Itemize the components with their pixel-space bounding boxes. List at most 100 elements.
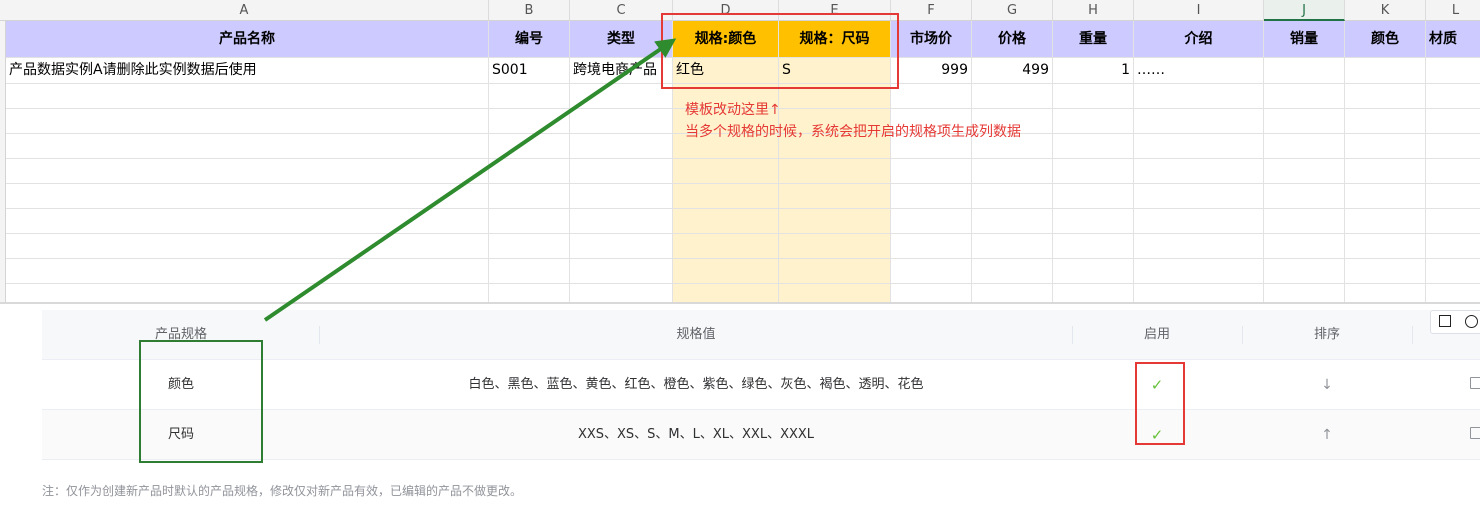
data-cell-product-name[interactable]: 产品数据实例A请删除此实例数据后使用 (6, 58, 489, 84)
grid-cell[interactable] (1264, 184, 1345, 209)
grid-cell[interactable] (1053, 109, 1134, 134)
header-cell-weight[interactable]: 重量 (1053, 21, 1134, 58)
grid-cell[interactable] (779, 209, 891, 234)
grid-cell[interactable] (570, 84, 673, 109)
grid-cell[interactable] (1134, 234, 1264, 259)
grid-cell[interactable] (891, 234, 972, 259)
grid-cell[interactable] (1426, 184, 1480, 209)
grid-cell[interactable] (1134, 184, 1264, 209)
grid-cell[interactable] (1053, 209, 1134, 234)
column-header-f[interactable]: F (891, 0, 972, 21)
sort-up-icon[interactable]: ↑ (1242, 410, 1412, 460)
grid-cell[interactable] (489, 134, 570, 159)
grid-cell[interactable] (779, 159, 891, 184)
grid-cell[interactable] (1264, 284, 1345, 304)
grid-cell[interactable] (489, 109, 570, 134)
grid-cell[interactable] (1134, 84, 1264, 109)
grid-cell[interactable] (891, 84, 972, 109)
grid-cell[interactable] (570, 284, 673, 304)
grid-cell[interactable] (1264, 209, 1345, 234)
grid-cell[interactable] (1426, 234, 1480, 259)
grid-cell[interactable] (1264, 159, 1345, 184)
grid-cell[interactable] (891, 259, 972, 284)
grid-cell[interactable] (1345, 84, 1426, 109)
grid-cell[interactable] (1134, 209, 1264, 234)
column-header-i[interactable]: I (1134, 0, 1264, 21)
sort-down-icon[interactable]: ↓ (1242, 360, 1412, 410)
grid-cell[interactable] (972, 159, 1053, 184)
grid-cell[interactable] (1426, 209, 1480, 234)
grid-cell[interactable] (1134, 134, 1264, 159)
grid-cell[interactable] (1053, 134, 1134, 159)
grid-cell[interactable] (570, 184, 673, 209)
grid-cell[interactable] (1345, 284, 1426, 304)
grid-cell[interactable] (1264, 259, 1345, 284)
data-cell-weight[interactable]: 1 (1053, 58, 1134, 84)
grid-cell[interactable] (673, 259, 779, 284)
grid-cell[interactable] (1053, 234, 1134, 259)
grid-cell[interactable] (6, 234, 489, 259)
grid-cell[interactable] (891, 284, 972, 304)
grid-cell[interactable] (570, 134, 673, 159)
grid-cell[interactable] (1426, 109, 1480, 134)
grid-cell[interactable] (891, 209, 972, 234)
grid-cell[interactable] (6, 209, 489, 234)
grid-cell[interactable] (6, 184, 489, 209)
grid-cell[interactable] (972, 209, 1053, 234)
grid-cell[interactable] (673, 159, 779, 184)
grid-cell[interactable] (891, 184, 972, 209)
spec-values[interactable]: XXS、XS、S、M、L、XL、XXL、XXXL (320, 410, 1072, 460)
grid-cell[interactable] (1426, 134, 1480, 159)
grid-cell[interactable] (489, 184, 570, 209)
grid-cell[interactable] (1426, 84, 1480, 109)
data-cell-sales[interactable] (1264, 58, 1345, 84)
data-cell-material[interactable] (1426, 58, 1480, 84)
column-header-h[interactable]: H (1053, 0, 1134, 21)
grid-cell[interactable] (1264, 134, 1345, 159)
grid-cell[interactable] (1053, 159, 1134, 184)
header-cell-market-price[interactable]: 市场价 (891, 21, 972, 58)
grid-cell[interactable] (972, 259, 1053, 284)
grid-cell[interactable] (489, 284, 570, 304)
grid-cell[interactable] (570, 209, 673, 234)
grid-cell[interactable] (6, 134, 489, 159)
grid-cell[interactable] (972, 284, 1053, 304)
grid-cell[interactable] (1345, 134, 1426, 159)
grid-cell[interactable] (6, 84, 489, 109)
grid-cell[interactable] (972, 84, 1053, 109)
grid-cell[interactable] (1053, 184, 1134, 209)
grid-cell[interactable] (1426, 284, 1480, 304)
grid-cell[interactable] (1345, 109, 1426, 134)
grid-cell[interactable] (1426, 159, 1480, 184)
grid-cell[interactable] (6, 159, 489, 184)
grid-cell[interactable] (972, 234, 1053, 259)
grid-cell[interactable] (779, 184, 891, 209)
header-cell-intro[interactable]: 介绍 (1134, 21, 1264, 58)
grid-cell[interactable] (1053, 284, 1134, 304)
grid-cell[interactable] (1345, 259, 1426, 284)
header-cell-color[interactable]: 颜色 (1345, 21, 1426, 58)
spec-values[interactable]: 白色、黑色、蓝色、黄色、红色、橙色、紫色、绿色、灰色、褐色、透明、花色 (320, 360, 1072, 410)
grid-cell[interactable] (673, 209, 779, 234)
grid-cell[interactable] (570, 234, 673, 259)
grid-cell[interactable] (6, 109, 489, 134)
data-cell-intro[interactable]: …… (1134, 58, 1264, 84)
grid-cell[interactable] (1264, 109, 1345, 134)
header-cell-code[interactable]: 编号 (489, 21, 570, 58)
column-header-a[interactable]: A (0, 0, 489, 21)
header-cell-product-name[interactable]: 产品名称 (6, 21, 489, 58)
grid-cell[interactable] (1134, 259, 1264, 284)
grid-cell[interactable] (1264, 234, 1345, 259)
grid-cell[interactable] (1345, 184, 1426, 209)
grid-cell[interactable] (673, 284, 779, 304)
grid-cell[interactable] (570, 109, 673, 134)
data-cell-price[interactable]: 499 (972, 58, 1053, 84)
grid-cell[interactable] (570, 159, 673, 184)
grid-cell[interactable] (673, 234, 779, 259)
grid-cell[interactable] (972, 184, 1053, 209)
grid-cell[interactable] (1345, 159, 1426, 184)
header-cell-type[interactable]: 类型 (570, 21, 673, 58)
grid-cell[interactable] (489, 84, 570, 109)
column-header-l[interactable]: L (1426, 0, 1480, 21)
grid-cell[interactable] (489, 234, 570, 259)
